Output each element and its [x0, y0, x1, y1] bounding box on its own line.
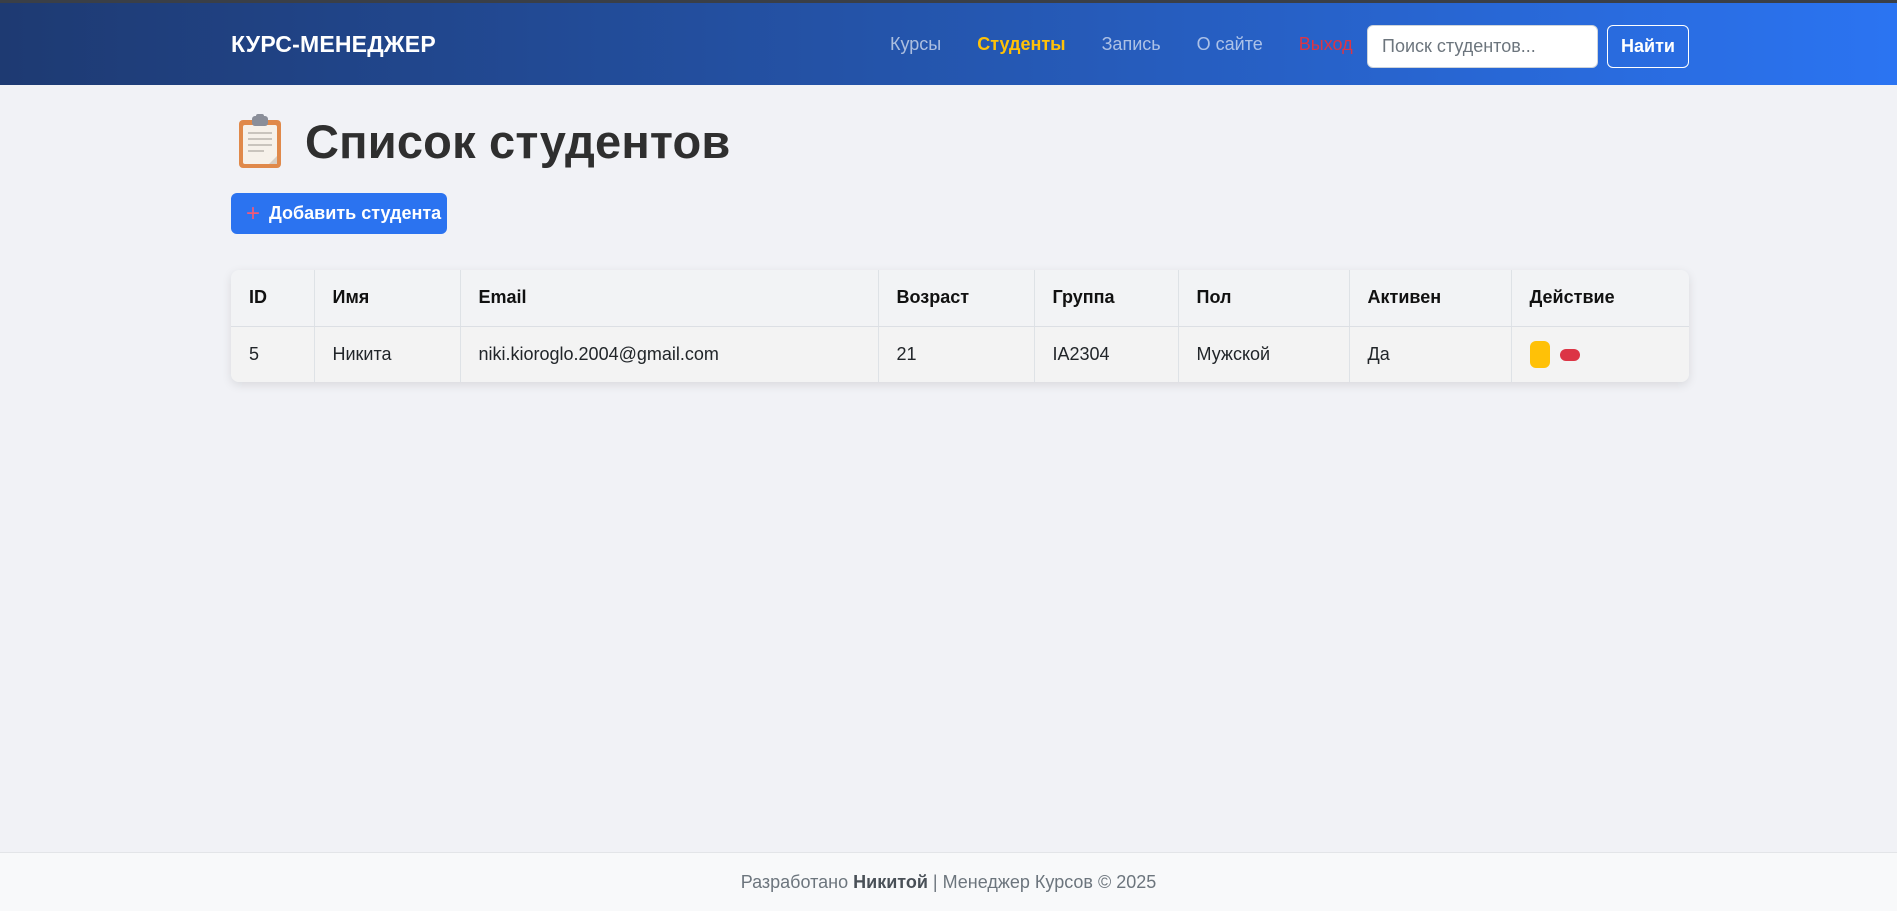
add-student-button[interactable]: + Добавить студента: [231, 193, 447, 234]
column-header-age: Возраст: [878, 270, 1035, 327]
footer-suffix: | Менеджер Курсов © 2025: [932, 871, 1157, 892]
nav-link-students[interactable]: Студенты: [977, 34, 1065, 55]
clipboard-icon: [239, 114, 281, 168]
nav-links: Курсы Студенты Запись О сайте Выход: [890, 34, 1353, 55]
footer: Разработано Никитой | Менеджер Курсов © …: [0, 852, 1897, 911]
cell-group: IA2304: [1034, 326, 1179, 382]
nav-link-courses[interactable]: Курсы: [890, 34, 941, 55]
table-row: 5 Никита niki.kioroglo.2004@gmail.com 21…: [231, 326, 1689, 382]
students-table: ID Имя Email Возраст Группа Пол Активен …: [231, 270, 1689, 382]
nav-link-about[interactable]: О сайте: [1197, 34, 1263, 55]
action-buttons: [1529, 327, 1672, 383]
table-header: ID Имя Email Возраст Группа Пол Активен …: [231, 270, 1689, 327]
column-header-action: Действие: [1511, 270, 1689, 327]
cell-name: Никита: [314, 326, 461, 382]
page-header: Список студентов: [231, 112, 731, 170]
column-header-gender: Пол: [1178, 270, 1350, 327]
column-header-email: Email: [460, 270, 879, 327]
footer-prefix: Разработано: [740, 871, 849, 892]
page: КУРС-МЕНЕДЖЕР Курсы Студенты Запись О са…: [0, 0, 1897, 911]
nav-link-logout[interactable]: Выход: [1299, 34, 1353, 55]
navbar: КУРС-МЕНЕДЖЕР Курсы Студенты Запись О са…: [0, 0, 1897, 85]
edit-button[interactable]: [1529, 341, 1550, 368]
column-header-active: Активен: [1349, 270, 1512, 327]
page-title: Список студентов: [305, 114, 731, 168]
footer-author: Никитой: [853, 871, 928, 892]
column-header-name: Имя: [314, 270, 461, 327]
search-button[interactable]: Найти: [1607, 25, 1689, 68]
plus-icon: +: [246, 199, 261, 227]
search-input[interactable]: [1367, 25, 1598, 68]
delete-button[interactable]: [1559, 348, 1580, 361]
cell-age: 21: [878, 326, 1035, 382]
cell-email: niki.kioroglo.2004@gmail.com: [460, 326, 879, 382]
add-student-label: Добавить студента: [269, 203, 442, 223]
cell-id: 5: [231, 326, 315, 382]
brand-logo[interactable]: КУРС-МЕНЕДЖЕР: [231, 31, 436, 58]
column-header-group: Группа: [1034, 270, 1179, 327]
nav-link-enrollment[interactable]: Запись: [1102, 34, 1161, 55]
cell-gender: Мужской: [1178, 326, 1350, 382]
cell-active: Да: [1349, 326, 1512, 382]
column-header-id: ID: [231, 270, 315, 327]
cell-actions: [1511, 326, 1689, 382]
